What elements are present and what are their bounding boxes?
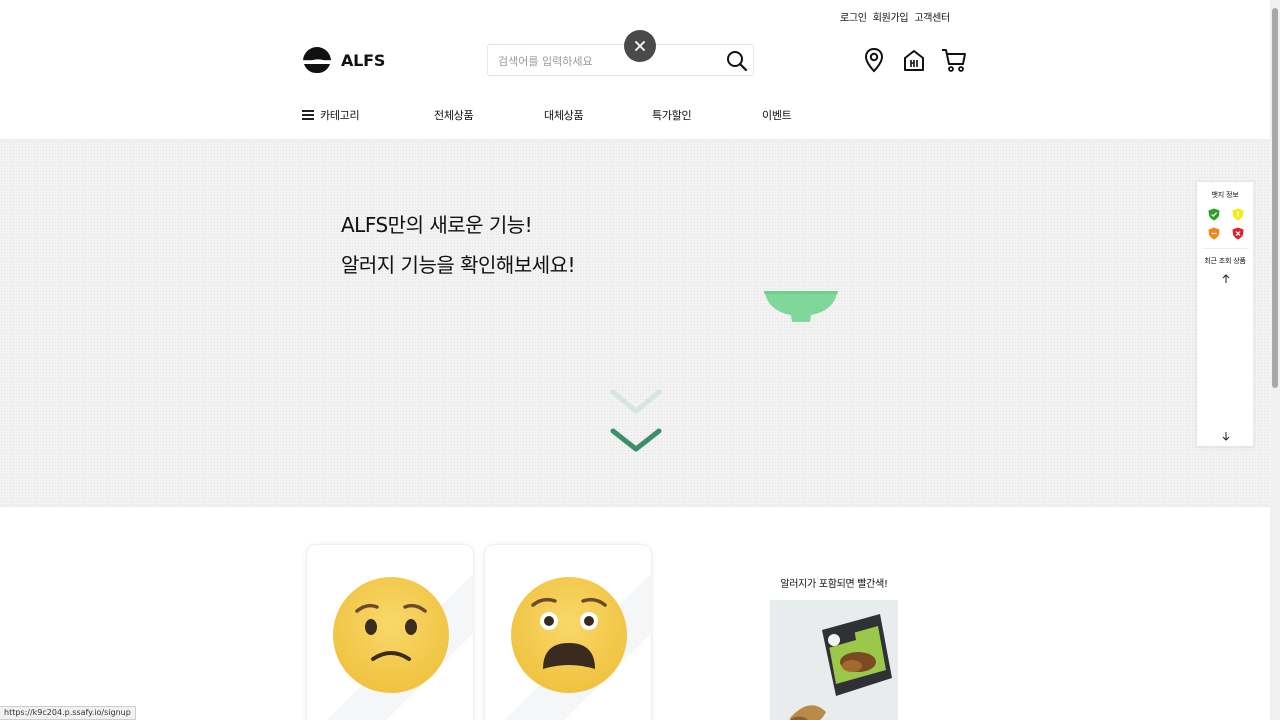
nav-event[interactable]: 이벤트 xyxy=(762,107,792,123)
sidebar-divider xyxy=(1203,248,1249,249)
product-image[interactable] xyxy=(770,600,898,720)
anguished-face-icon xyxy=(511,577,627,693)
main-nav: 카테고리 전체상품 대체상품 특가할인 이벤트 xyxy=(0,107,1280,123)
top-utility-links: 로그인 회원가입 고객센터 xyxy=(840,9,950,24)
page-scrollbar[interactable] xyxy=(1270,0,1280,720)
arrow-up-icon[interactable] xyxy=(1220,273,1232,285)
shield-green-icon xyxy=(1208,208,1220,221)
nav-special-sale[interactable]: 특가할인 xyxy=(652,107,692,123)
emoji-card-anguished[interactable] xyxy=(484,544,652,720)
badge-info-title: 뱃지 정보 xyxy=(1211,191,1239,199)
login-link[interactable]: 로그인 xyxy=(840,9,867,24)
worried-face-icon xyxy=(333,577,449,693)
cart-icon[interactable] xyxy=(941,47,967,73)
search-bar xyxy=(487,44,754,76)
shield-orange-icon xyxy=(1208,227,1220,240)
emoji-card-worried[interactable] xyxy=(306,544,474,720)
snack-bag-icon xyxy=(770,600,898,720)
hero-title-line2: 알러지 기능을 확인해보세요! xyxy=(341,253,576,277)
allergy-caption: 알러지가 포함되면 빨간색! xyxy=(780,579,888,590)
status-bar-url: https://k9c204.p.ssafy.io/signup xyxy=(0,706,136,720)
scrollbar-thumb[interactable] xyxy=(1272,8,1278,388)
nav-category-label: 카테고리 xyxy=(320,109,360,122)
close-button[interactable] xyxy=(624,30,656,62)
nav-category[interactable]: 카테고리 xyxy=(302,107,360,123)
logo-icon xyxy=(301,47,333,74)
signup-link[interactable]: 회원가입 xyxy=(873,9,909,24)
hero-title-line1: ALFS만의 새로운 기능! xyxy=(341,213,533,237)
nav-substitute-products[interactable]: 대체상품 xyxy=(544,107,584,123)
recent-products-title: 최근 조회 상품 xyxy=(1204,257,1246,265)
scroll-down-icon[interactable] xyxy=(610,389,662,453)
shield-red-icon xyxy=(1232,227,1244,240)
right-sidebar: 뱃지 정보 최근 조회 상품 xyxy=(1196,181,1254,447)
menu-icon xyxy=(302,110,314,120)
brand-name: ALFS xyxy=(341,50,386,70)
shield-yellow-icon xyxy=(1232,208,1244,221)
nav-all-products[interactable]: 전체상품 xyxy=(434,107,474,123)
arrow-down-icon[interactable] xyxy=(1220,430,1232,442)
brand-logo[interactable]: ALFS xyxy=(301,45,385,75)
bowl-icon xyxy=(764,291,838,322)
search-icon[interactable] xyxy=(725,49,749,73)
close-icon xyxy=(635,41,645,51)
store-home-icon[interactable] xyxy=(901,47,927,73)
support-link[interactable]: 고객센터 xyxy=(914,9,950,24)
search-input[interactable] xyxy=(498,51,698,71)
location-pin-icon[interactable] xyxy=(861,47,887,73)
hero-banner: ALFS만의 새로운 기능! 알러지 기능을 확인해보세요! xyxy=(0,139,1270,507)
